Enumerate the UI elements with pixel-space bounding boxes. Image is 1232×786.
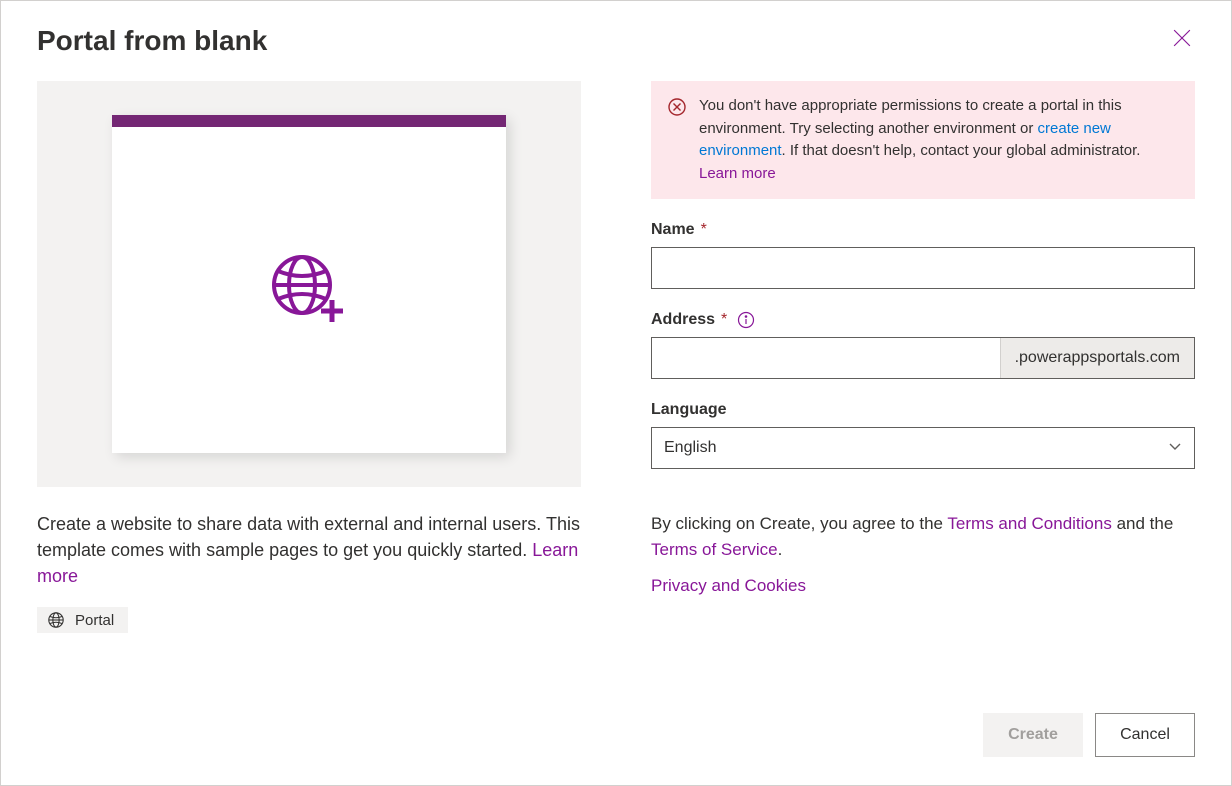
form-column: You don't have appropriate permissions t…	[651, 81, 1195, 757]
error-icon	[667, 97, 687, 185]
address-field-group: Address * .powerappsportals.com	[651, 311, 1195, 379]
name-label: Name *	[651, 221, 1195, 239]
preview-panel	[37, 81, 581, 487]
error-text-2: . If that doesn't help, contact your glo…	[782, 142, 1141, 159]
terms-conditions-link[interactable]: Terms and Conditions	[947, 514, 1111, 533]
preview-column: Create a website to share data with exte…	[37, 81, 581, 757]
close-button[interactable]	[1169, 25, 1195, 54]
permission-error-banner: You don't have appropriate permissions t…	[651, 81, 1195, 199]
portal-badge: Portal	[37, 607, 128, 633]
error-message: You don't have appropriate permissions t…	[699, 95, 1179, 185]
chevron-down-icon	[1168, 439, 1182, 458]
preview-card-body	[112, 127, 506, 453]
template-description: Create a website to share data with exte…	[37, 511, 581, 589]
required-indicator: *	[721, 311, 727, 329]
globe-icon	[47, 611, 65, 629]
description-text: Create a website to share data with exte…	[37, 514, 580, 560]
terms-prefix: By clicking on Create, you agree to the	[651, 514, 947, 533]
address-label: Address *	[651, 311, 1195, 329]
portal-badge-label: Portal	[75, 612, 114, 629]
address-input[interactable]	[652, 338, 1000, 378]
terms-mid: and the	[1112, 514, 1173, 533]
required-indicator: *	[701, 221, 707, 239]
terms-service-link[interactable]: Terms of Service	[651, 540, 778, 559]
address-label-text: Address	[651, 311, 715, 329]
privacy-row: Privacy and Cookies	[651, 576, 1195, 596]
error-learn-more-link[interactable]: Learn more	[699, 165, 776, 182]
cancel-button[interactable]: Cancel	[1095, 713, 1195, 757]
terms-suffix: .	[778, 540, 783, 559]
name-label-text: Name	[651, 221, 695, 239]
portal-from-blank-dialog: Portal from blank	[0, 0, 1232, 786]
language-field-group: Language English	[651, 401, 1195, 469]
language-label-text: Language	[651, 401, 727, 419]
create-button[interactable]: Create	[983, 713, 1083, 757]
globe-plus-icon	[270, 253, 348, 327]
close-icon	[1173, 29, 1191, 47]
name-field-group: Name *	[651, 221, 1195, 289]
dialog-footer: Create Cancel	[651, 713, 1195, 757]
dialog-content: Create a website to share data with exte…	[37, 81, 1195, 757]
preview-card	[112, 115, 506, 453]
preview-card-accent	[112, 115, 506, 127]
info-icon[interactable]	[737, 311, 755, 329]
name-input[interactable]	[651, 247, 1195, 289]
privacy-cookies-link[interactable]: Privacy and Cookies	[651, 576, 806, 595]
terms-text: By clicking on Create, you agree to the …	[651, 511, 1195, 564]
address-suffix: .powerappsportals.com	[1000, 338, 1194, 378]
language-select[interactable]: English	[651, 427, 1195, 469]
dialog-header: Portal from blank	[37, 25, 1195, 57]
address-input-row: .powerappsportals.com	[651, 337, 1195, 379]
dialog-title: Portal from blank	[37, 25, 267, 57]
language-selected-value: English	[664, 439, 716, 457]
language-label: Language	[651, 401, 1195, 419]
